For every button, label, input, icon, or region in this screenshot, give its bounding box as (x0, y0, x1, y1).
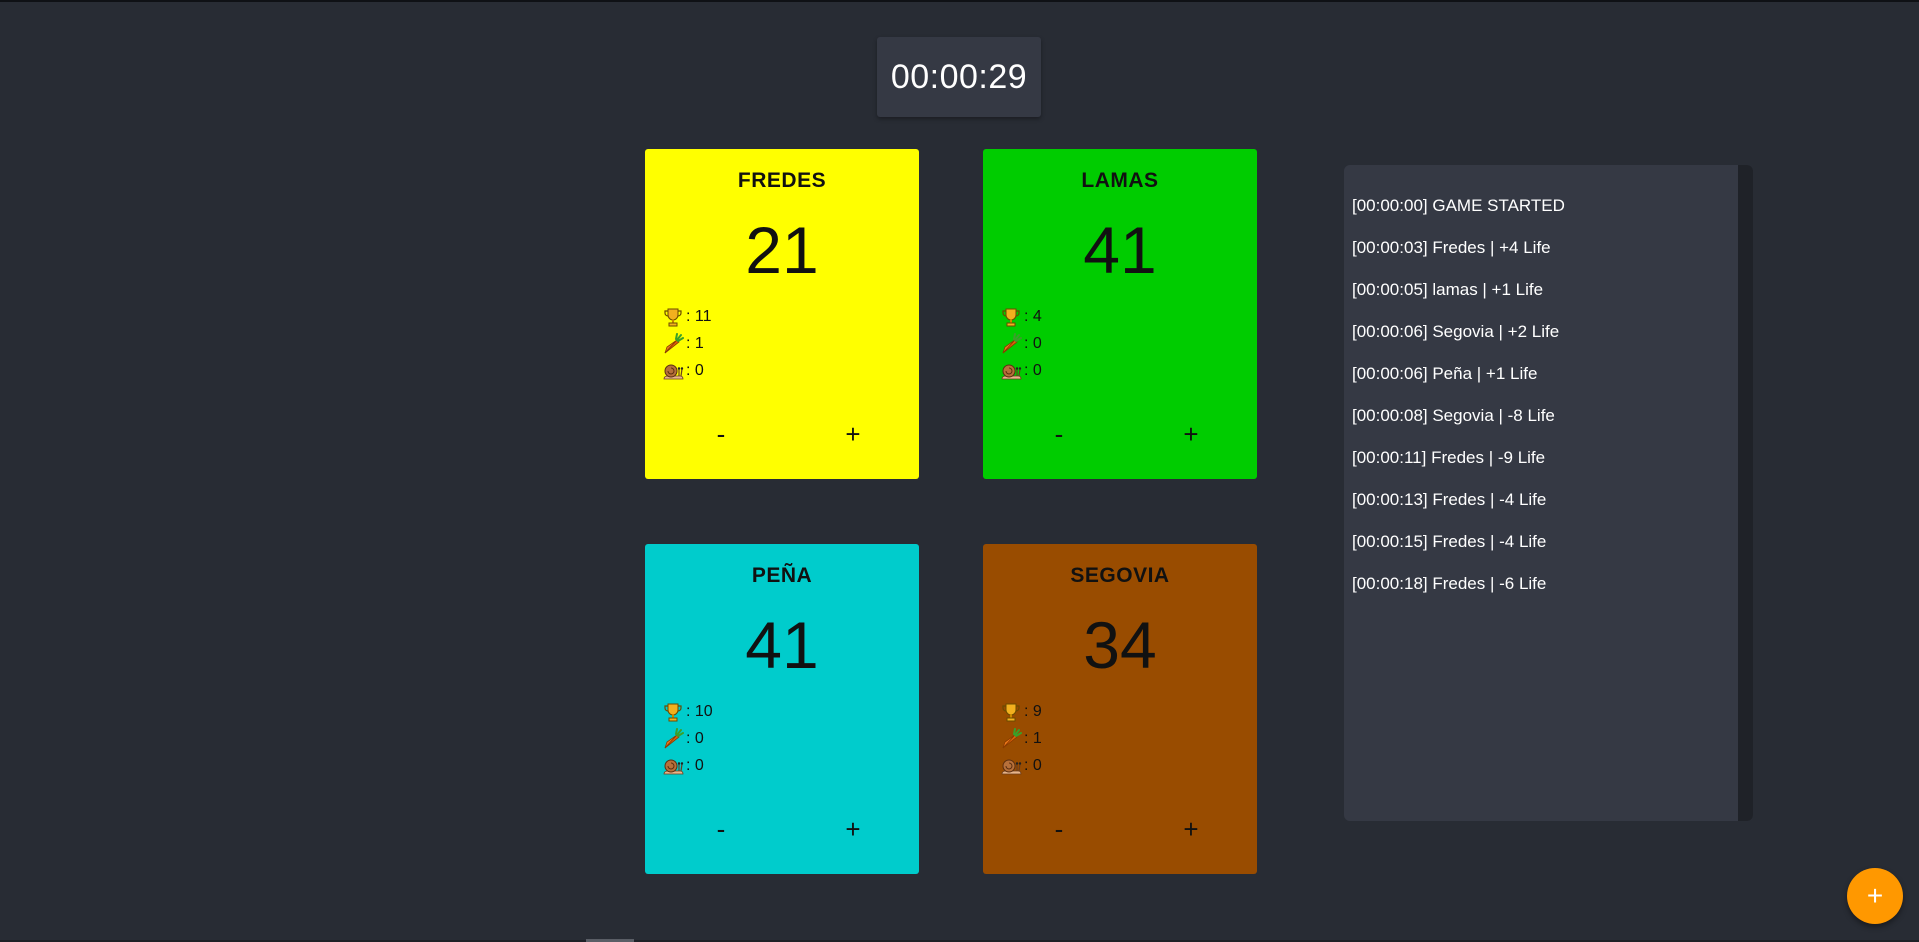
trophy-icon (662, 306, 684, 328)
log-entry: [00:00:15] Fredes | -4 Life (1352, 532, 1547, 551)
player-card-fredes: FREDES 21 : 11 : 1 : 0 - + (645, 149, 919, 479)
log-entry: [00:00:08] Segovia | -8 Life (1352, 406, 1555, 425)
top-border (0, 0, 1919, 2)
stat-carrot-value: : 0 (686, 730, 704, 747)
stat-carrot-value: : 0 (1024, 335, 1042, 352)
log-scrollbar[interactable] (1738, 165, 1753, 821)
life-total: 34 (1083, 608, 1157, 682)
add-button[interactable]: + (1847, 868, 1903, 924)
trophy-icon (1000, 306, 1022, 328)
stat-trophy-value: : 11 (686, 308, 712, 325)
stat-carrot-value: : 1 (1024, 730, 1042, 747)
stat-carrot-value: : 1 (686, 335, 704, 352)
snail-icon (662, 360, 684, 382)
increase-life-button[interactable]: + (823, 809, 883, 849)
log-entry: [00:00:13] Fredes | -4 Life (1352, 490, 1547, 509)
stat-snail-value: : 0 (686, 757, 704, 774)
stat-carrot: : 0 (1000, 330, 1042, 357)
player-card-lamas: LAMAS 41 : 4 : 0 : 0 - + (983, 149, 1257, 479)
stat-snail-value: : 0 (686, 362, 704, 379)
player-name: FREDES (737, 169, 827, 192)
stat-snail-value: : 0 (1024, 362, 1042, 379)
game-log-panel[interactable]: [00:00:00] GAME STARTED [00:00:03] Frede… (1344, 165, 1753, 821)
log-entry: [00:00:05] lamas | +1 Life (1352, 280, 1544, 299)
stat-carrot: : 0 (662, 725, 713, 752)
stat-carrot: : 1 (1000, 725, 1042, 752)
stat-snail: : 0 (1000, 357, 1042, 384)
stat-trophy: : 9 (1000, 698, 1042, 725)
player-stats: : 11 : 1 : 0 (662, 303, 712, 384)
increase-life-button[interactable]: + (1161, 414, 1221, 454)
trophy-icon (662, 701, 684, 723)
increase-life-button[interactable]: + (1161, 809, 1221, 849)
stat-trophy-value: : 9 (1024, 703, 1042, 720)
player-card-pena: PEÑA 41 : 10 : 0 : 0 - + (645, 544, 919, 874)
log-entry: [00:00:06] Segovia | +2 Life (1352, 322, 1560, 341)
stat-snail: : 0 (662, 752, 713, 779)
snail-icon (1000, 755, 1022, 777)
log-entry: [00:00:06] Peña | +1 Life (1352, 364, 1538, 383)
life-total: 41 (1083, 213, 1157, 287)
carrot-icon (1000, 332, 1022, 355)
stat-trophy: : 10 (662, 698, 713, 725)
log-entry: [00:00:11] Fredes | -9 Life (1352, 448, 1546, 467)
stat-trophy-value: : 10 (686, 703, 713, 720)
stat-snail: : 0 (1000, 752, 1042, 779)
snail-icon (662, 755, 684, 777)
game-log-list: [00:00:00] GAME STARTED [00:00:03] Frede… (1352, 195, 1735, 615)
life-total: 21 (745, 213, 819, 287)
log-entry: [00:00:03] Fredes | +4 Life (1352, 238, 1551, 257)
player-card-segovia: SEGOVIA 34 : 9 : 1 : 0 - + (983, 544, 1257, 874)
log-entry: [00:00:18] Fredes | -6 Life (1352, 574, 1547, 593)
log-entry: [00:00:00] GAME STARTED (1352, 196, 1565, 215)
player-name: PEÑA (751, 564, 813, 587)
player-name: SEGOVIA (1070, 564, 1170, 587)
player-stats: : 10 : 0 : 0 (662, 698, 713, 779)
player-name: LAMAS (1081, 169, 1159, 192)
carrot-icon (662, 727, 684, 750)
stat-snail: : 0 (662, 357, 712, 384)
trophy-icon (1000, 701, 1022, 723)
life-total: 41 (745, 608, 819, 682)
decrease-life-button[interactable]: - (1029, 414, 1089, 454)
decrease-life-button[interactable]: - (691, 809, 751, 849)
carrot-icon (1000, 727, 1022, 750)
increase-life-button[interactable]: + (823, 414, 883, 454)
plus-icon: + (1866, 880, 1884, 911)
game-timer: 00:00:29 (877, 37, 1041, 117)
stat-trophy: : 11 (662, 303, 712, 330)
stat-trophy-value: : 4 (1024, 308, 1042, 325)
player-stats: : 4 : 0 : 0 (1000, 303, 1042, 384)
stat-carrot: : 1 (662, 330, 712, 357)
decrease-life-button[interactable]: - (691, 414, 751, 454)
decrease-life-button[interactable]: - (1029, 809, 1089, 849)
stat-trophy: : 4 (1000, 303, 1042, 330)
player-stats: : 9 : 1 : 0 (1000, 698, 1042, 779)
carrot-icon (662, 332, 684, 355)
snail-icon (1000, 360, 1022, 382)
stat-snail-value: : 0 (1024, 757, 1042, 774)
